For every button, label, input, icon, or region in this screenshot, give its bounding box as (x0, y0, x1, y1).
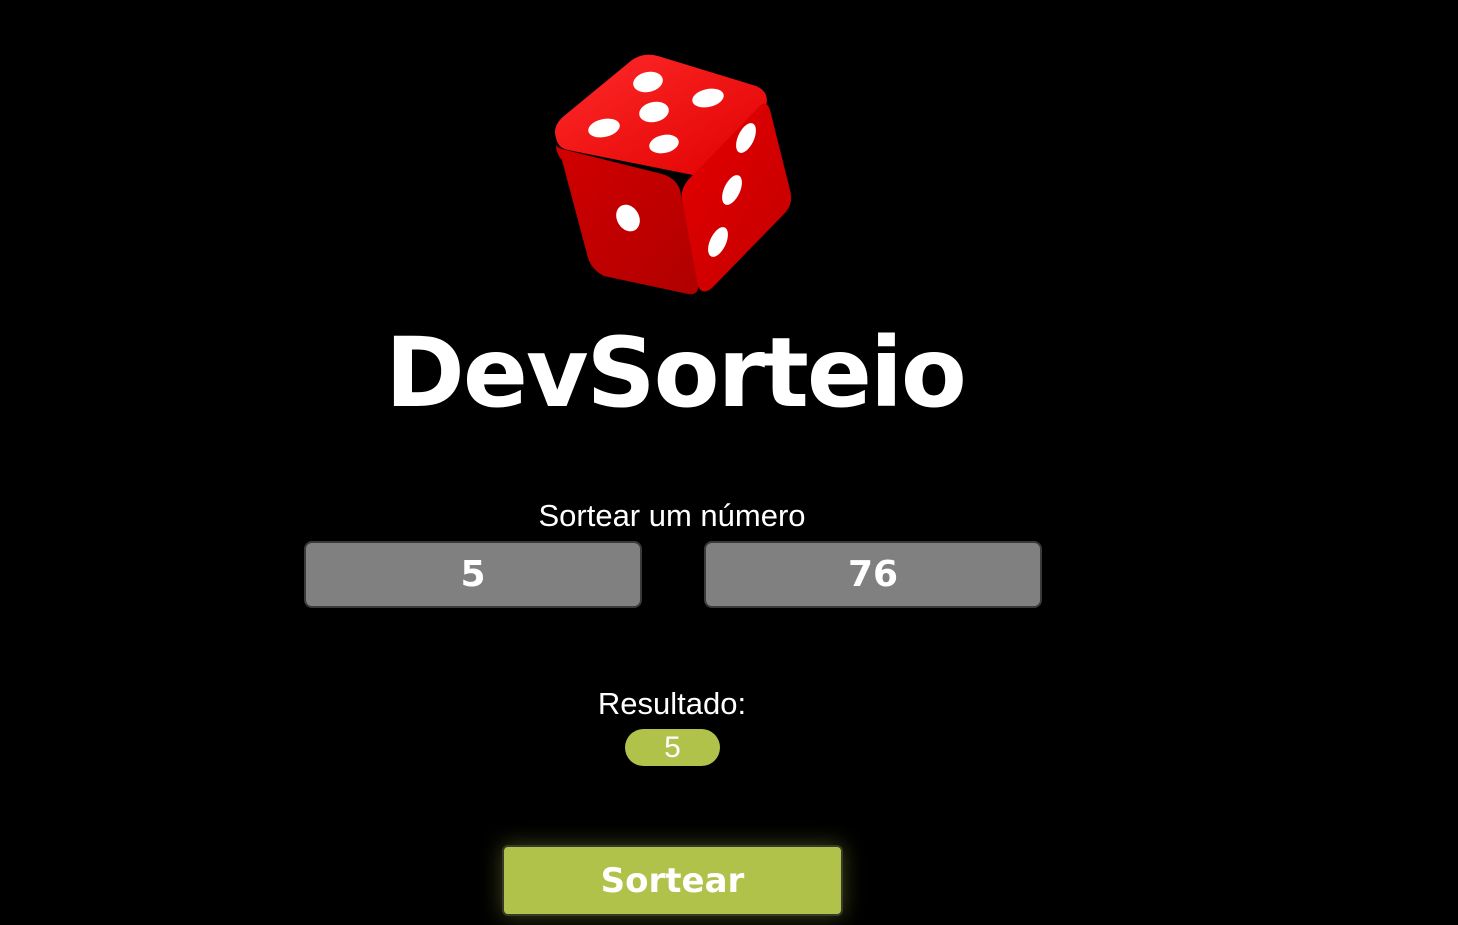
dice-icon (555, 54, 792, 295)
draw-instructions: Sortear um número (538, 498, 806, 533)
page: DevSorteio Sortear um número Resultado: … (0, 0, 1458, 925)
app-title: DevSorteio (385, 317, 967, 429)
draw-button[interactable]: Sortear (502, 845, 843, 916)
result-value-badge: 5 (625, 729, 720, 766)
max-number-input[interactable] (704, 541, 1042, 608)
min-number-input[interactable] (304, 541, 642, 608)
result-label: Resultado: (597, 686, 747, 721)
